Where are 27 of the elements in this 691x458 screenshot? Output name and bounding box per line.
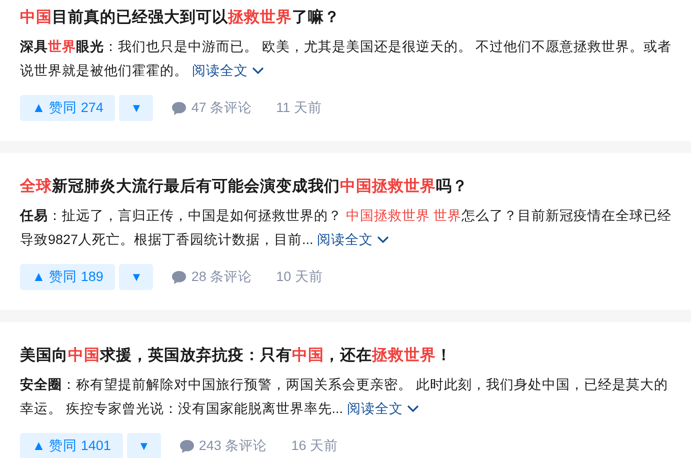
- chevron-down-icon[interactable]: [252, 67, 264, 76]
- comment-icon: [178, 438, 195, 454]
- comment-count[interactable]: 28 条评论: [191, 268, 252, 286]
- comment-count[interactable]: 243 条评论: [198, 437, 268, 455]
- answer-title[interactable]: 全球新冠肺炎大流行最后有可能会演变成我们中国拯救世界吗？: [20, 175, 675, 199]
- comment-icon: [171, 270, 188, 284]
- post-time: 16 天前: [291, 437, 338, 455]
- upvote-button[interactable]: ▲ 赞同 189: [20, 264, 116, 290]
- comment-icon: [171, 100, 188, 116]
- answer-excerpt: 任易：扯远了，言归正传，中国是如何拯救世界的？ 中国拯救世界 世界怎么了？目前新冠疫情在全球已经导致9827人死亡。根据丁香园统计数据，目前... 阅读全文: [20, 207, 673, 249]
- post-time: 11 天前: [276, 99, 322, 117]
- read-more-link[interactable]: 阅读全文: [346, 401, 419, 416]
- chevron-down-icon[interactable]: [377, 236, 390, 244]
- read-more-link[interactable]: 阅读全文: [192, 63, 264, 78]
- answer-excerpt: 安全圈：称有望提前解除对中国旅行预警，两国关系会更亲密。 此时此刻，我们身处中国，已经是莫大的幸运。 疾控专家曾光说：没有国家能脱离世界率先... 阅读全文: [20, 376, 669, 418]
- read-more-link[interactable]: 阅读全文: [317, 232, 390, 247]
- post-time: 10 天前: [276, 268, 323, 286]
- upvote-button[interactable]: ▲ 赞同 1401: [20, 433, 123, 458]
- downvote-button[interactable]: ▼: [119, 95, 154, 121]
- upvote-button[interactable]: ▲ 赞同 274: [20, 95, 116, 121]
- downvote-button[interactable]: ▼: [126, 433, 161, 458]
- answer-title[interactable]: 美国向中国求援，英国放弃抗疫：只有中国，还在拯救世界！: [20, 344, 675, 368]
- chevron-down-icon[interactable]: [406, 405, 419, 414]
- answer-title[interactable]: 中国目前真的已经强大到可以拯救世界了嘛？: [20, 6, 675, 30]
- answer-excerpt: 深具世界眼光：我们也只是中游而已。 欧美，尤其是美国还是很逆天的。 不过他们不愿意拯救世界。或者说世界就是被他们霍霍的。 阅读全文: [20, 38, 673, 80]
- comment-count[interactable]: 47 条评论: [191, 99, 252, 117]
- downvote-button[interactable]: ▼: [119, 264, 154, 290]
